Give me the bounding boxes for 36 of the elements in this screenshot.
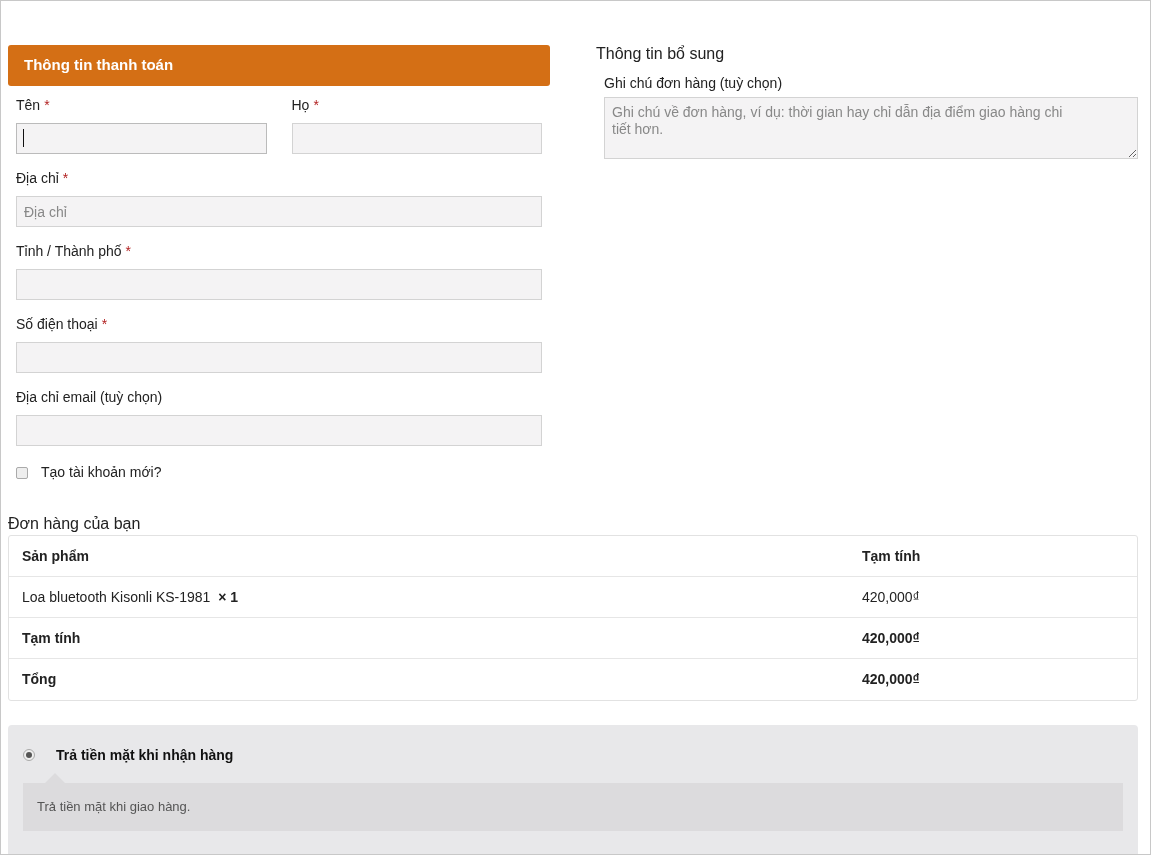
field-label: Tên (16, 95, 41, 115)
column-header: Tạm tính (862, 546, 922, 566)
radio-button[interactable] (23, 749, 35, 761)
field-label: Tỉnh / Thành phố (16, 241, 122, 261)
table-cell-text: 420,000₫ (862, 670, 921, 689)
required-asterisk: * (101, 314, 108, 334)
checkbox-label: Tạo tài khoản mới? (41, 463, 162, 482)
table-cell-text: 420,000₫ (862, 587, 921, 607)
text-field[interactable]: Địa chỉ (16, 196, 542, 227)
column-header: Sản phẩm (22, 546, 90, 566)
text-field[interactable] (16, 269, 542, 300)
field-label: Địa chỉ email (tuỳ chọn) (16, 387, 163, 407)
field-label: Địa chỉ (16, 168, 59, 188)
text-field[interactable] (16, 415, 542, 446)
required-asterisk: * (62, 168, 69, 188)
notes-textarea[interactable]: Ghi chú về đơn hàng, ví dụ: thời gian hay chỉ dẫn địa điểm giao hàng chi tiết hơn. (604, 97, 1138, 159)
required-asterisk: * (44, 95, 50, 115)
text-field[interactable] (291, 123, 542, 154)
text-field[interactable] (16, 123, 267, 154)
required-asterisk: * (313, 95, 319, 115)
field-label: Họ (291, 95, 310, 115)
table-cell-text: Tạm tính (22, 628, 82, 648)
checkbox[interactable] (16, 466, 28, 479)
section-header: Thông tin thanh toán (8, 45, 550, 86)
text-field[interactable] (16, 342, 542, 373)
text-cursor-icon (23, 129, 24, 147)
payment-method-label: Trả tiền mặt khi nhận hàng (56, 745, 234, 765)
required-asterisk: * (125, 241, 132, 261)
section-title: Thông tin bổ sung (596, 45, 726, 63)
section-title: Đơn hàng của bạn (8, 515, 142, 533)
table-cell-text: Loa bluetooth Kisonli KS-1981 × 1 (22, 587, 239, 607)
table-cell-text: 420,000₫ (862, 628, 921, 648)
table-cell-text: Tổng (22, 670, 58, 689)
payment-description: Trả tiền mặt khi giao hàng. (37, 798, 191, 817)
field-label: Ghi chú đơn hàng (tuỳ chọn) (604, 75, 784, 91)
field-label: Số điện thoại (16, 314, 98, 334)
